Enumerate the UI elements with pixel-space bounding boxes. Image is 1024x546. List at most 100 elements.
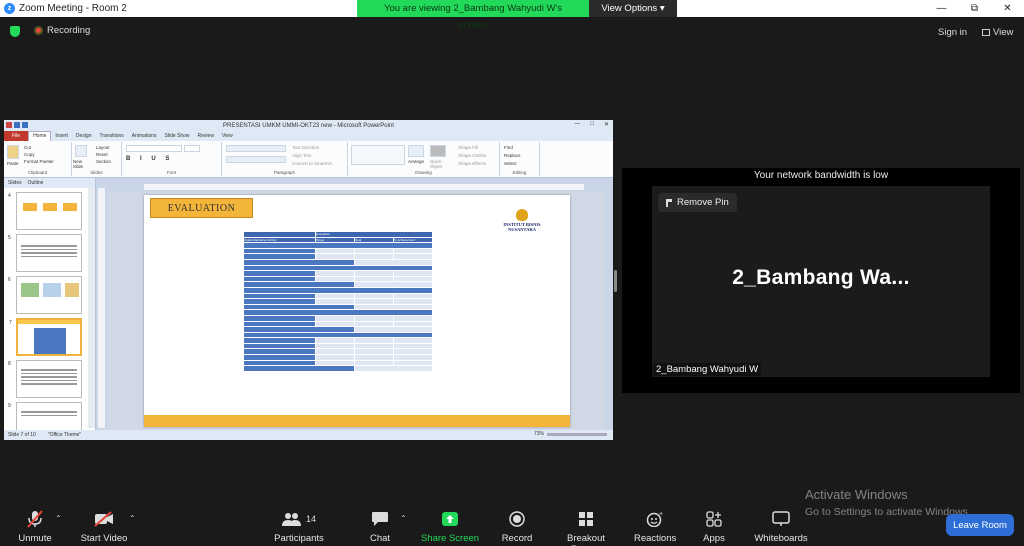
participants-icon: 14 — [272, 510, 326, 528]
maximize-button[interactable]: ⧉ — [958, 0, 991, 17]
zoom-level: 73% — [533, 431, 544, 437]
table-cell — [355, 276, 394, 282]
table-cell: % Achievement — [394, 237, 433, 243]
thumbnail-number: 4 — [8, 193, 11, 199]
paste-icon — [7, 145, 19, 159]
close-button[interactable]: ✕ — [991, 0, 1024, 17]
participant-tile[interactable]: Remove Pin 2_Bambang Wa... 2_Bambang Wah… — [652, 186, 990, 377]
quick-access-toolbar — [6, 122, 28, 128]
whiteboards-button[interactable]: Whiteboards — [752, 510, 810, 544]
whiteboards-label: Whiteboards — [754, 533, 808, 544]
quick-styles-icon — [430, 145, 446, 157]
powerpoint-ribbon-tabs: File Home Insert Design Transitions Anim… — [4, 131, 613, 141]
horizontal-ruler — [144, 184, 584, 191]
tab-file: File — [4, 131, 29, 141]
table-cell — [244, 310, 433, 315]
table-cell — [244, 327, 355, 332]
participants-button[interactable]: 14 Participants — [272, 510, 326, 544]
reactions-button[interactable]: + Reactions — [634, 510, 676, 544]
logo-emblem-icon — [516, 209, 528, 221]
current-slide: EVALUATION INSTITUT BISNIS NUSANTARA Eva… — [144, 195, 570, 427]
table-cell — [394, 276, 433, 282]
apps-icon — [700, 510, 728, 528]
tab-slide-show: Slide Show — [164, 133, 190, 139]
table-cell — [244, 287, 433, 293]
tab-transitions: Transitions — [99, 133, 124, 139]
slide-thumbnail: 5 — [8, 234, 82, 272]
reset-label: Reset — [96, 152, 108, 157]
table-cell — [244, 304, 355, 310]
slide-thumbnail-selected: 7 — [9, 318, 82, 356]
table-cell — [244, 360, 316, 366]
view-button[interactable]: View — [982, 27, 1013, 38]
table-cell — [244, 243, 433, 248]
record-button[interactable]: Record — [498, 510, 536, 544]
font-size-box — [184, 145, 200, 152]
unmute-button[interactable]: Unmute — [12, 510, 58, 544]
view-button-label: View — [993, 27, 1014, 38]
minimize-button[interactable]: — — [925, 0, 958, 17]
table-cell — [394, 338, 433, 343]
zoom-control: 73% — [534, 431, 607, 437]
panel-resize-handle[interactable] — [614, 270, 617, 292]
whiteboard-icon — [752, 510, 810, 528]
table-cell — [355, 248, 394, 254]
ribbon-group-clipboard: Paste Cut Copy Format Painter Clipboard — [4, 142, 72, 176]
slide-editing-area: EVALUATION INSTITUT BISNIS NUSANTARA Eva… — [108, 191, 604, 430]
table-cell — [244, 366, 355, 371]
recording-label: Recording — [47, 25, 91, 36]
breakout-rooms-button[interactable]: Breakout Rooms — [551, 510, 621, 546]
save-icon — [14, 122, 20, 128]
chat-button[interactable]: Chat — [364, 510, 396, 544]
security-shield-icon[interactable] — [10, 26, 20, 37]
start-video-button[interactable]: Start Video — [78, 510, 130, 544]
participant-count: 14 — [305, 514, 316, 524]
view-options-button[interactable]: View Options ▾ — [589, 0, 677, 17]
table-cell: Digital Marketing Activity — [244, 237, 316, 243]
slides-pane-tabs: Slides Outline — [4, 178, 95, 188]
table-cell — [355, 315, 394, 321]
table-cell — [244, 315, 316, 321]
ribbon-group-slides: New Slide Layout Reset Section Slides — [72, 142, 122, 176]
remove-pin-button[interactable]: Remove Pin — [658, 193, 737, 212]
slide-thumbnail: 8 — [8, 360, 82, 398]
table-cell — [355, 271, 394, 276]
quick-styles-label: Quick Styles — [430, 159, 443, 169]
font-name-box — [126, 145, 182, 152]
table-cell — [355, 338, 394, 343]
table-cell — [394, 343, 433, 349]
chat-label: Chat — [369, 533, 391, 544]
format-painter-label: Format Painter — [24, 159, 54, 164]
align-text-label: Align Text — [292, 153, 312, 158]
table-cell — [394, 360, 433, 366]
audio-options-chevron-icon[interactable]: ⌃ — [55, 514, 62, 523]
paragraph-group-label: Paragraph — [273, 170, 295, 175]
sign-in-link[interactable]: Sign in — [938, 27, 967, 38]
apps-button[interactable]: Apps — [700, 510, 728, 544]
shared-screen[interactable]: PRESENTASI UMKM UMMI-OKT23 new - Microso… — [4, 120, 613, 440]
table-cell — [316, 271, 355, 276]
video-off-icon — [78, 510, 130, 528]
slide-counter: Slide 7 of 10 — [8, 432, 36, 438]
tab-home: Home — [28, 131, 52, 141]
chat-options-chevron-icon[interactable]: ⌃ — [400, 514, 407, 523]
table-cell — [316, 349, 355, 355]
thumbnail-number: 7 — [9, 320, 12, 326]
table-cell — [355, 304, 433, 310]
ribbon-group-paragraph: Text Direction Align Text Convert to Sma… — [222, 142, 348, 176]
shape-effects-label: Shape Effects — [458, 161, 486, 166]
svg-text:+: + — [659, 511, 663, 518]
find-label: Find — [504, 145, 513, 150]
tab-insert: Insert — [55, 133, 68, 139]
leave-room-button[interactable]: Leave Room — [946, 514, 1014, 536]
recording-indicator[interactable]: Recording — [34, 25, 90, 36]
theme-name: "Office Theme" — [47, 432, 82, 438]
video-options-chevron-icon[interactable]: ⌃ — [129, 514, 136, 523]
table-cell — [244, 293, 316, 299]
share-screen-button[interactable]: Share Screen — [420, 510, 480, 544]
muted-microphone-icon — [12, 510, 58, 528]
zoom-slider — [547, 432, 607, 436]
table-cell — [394, 293, 433, 299]
recording-dot-icon — [34, 26, 43, 35]
list-buttons — [226, 145, 286, 152]
